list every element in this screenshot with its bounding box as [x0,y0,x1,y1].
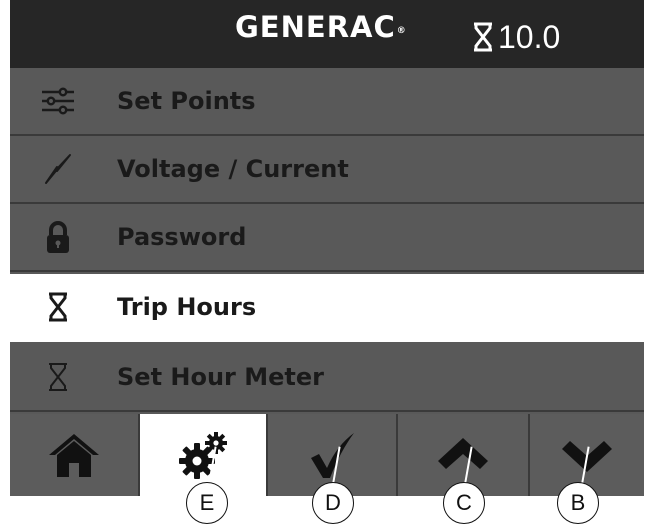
menu-item-password[interactable]: Password [10,204,644,272]
timer-value: 10.0 [498,19,561,55]
menu-item-label: Trip Hours [117,293,257,321]
registered-mark: ® [396,26,407,36]
gears-icon [179,432,227,479]
header-bar: GENERAC® 10.0 [10,0,644,68]
callout-e: E [186,482,228,524]
lock-icon [36,217,80,257]
hourglass-icon [474,22,492,52]
menu-item-label: Password [117,223,247,251]
brand-name: GENERAC [235,10,396,44]
home-icon [49,434,99,477]
chevron-up-icon [438,438,488,469]
callout-b: B [557,482,599,524]
menu-item-trip-hours[interactable]: Trip Hours [10,274,644,342]
home-button[interactable] [10,414,140,496]
checkmark-icon [311,433,354,478]
menu-item-set-points[interactable]: Set Points [10,68,644,136]
menu-item-set-hour-meter[interactable]: Set Hour Meter [10,344,644,412]
generac-logo: GENERAC® [235,10,407,44]
timer-display: 10.0 [472,20,560,54]
menu-item-voltage-current[interactable]: Voltage / Current [10,136,644,204]
menu-item-label: Set Points [117,87,256,115]
lightning-bolt-icon [36,149,80,189]
controller-screen: GENERAC® 10.0 Set Points Voltage / Curre… [10,0,644,496]
callout-c: C [443,482,485,524]
menu-item-label: Voltage / Current [117,155,349,183]
hourglass-icon [36,357,80,397]
sliders-icon [36,81,80,121]
callout-d: D [312,482,354,524]
hourglass-icon [36,287,80,327]
menu-item-label: Set Hour Meter [117,363,324,391]
